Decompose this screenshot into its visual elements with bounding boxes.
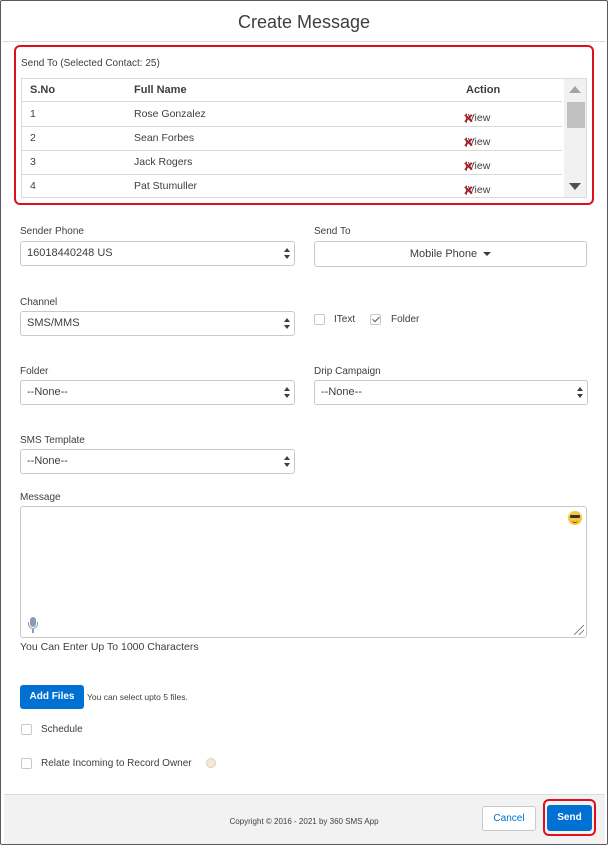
sender-phone-value: 16018440248 US	[27, 247, 113, 259]
relate-incoming-checkbox[interactable]	[21, 758, 32, 769]
column-header-full-name: Full Name	[134, 84, 187, 96]
row-sno: 4	[30, 180, 36, 192]
message-label: Message	[20, 492, 61, 503]
caret-down-icon	[483, 252, 492, 257]
scroll-down-arrow-icon[interactable]	[569, 183, 581, 190]
create-message-modal: Create Message Send To (Selected Contact…	[0, 0, 608, 845]
select-arrows-icon	[284, 318, 290, 330]
schedule-checkbox[interactable]	[21, 724, 32, 735]
select-arrows-icon	[577, 387, 583, 399]
view-link[interactable]: |View	[465, 184, 490, 196]
drip-campaign-label: Drip Campaign	[314, 366, 381, 377]
folder-check-label: Folder	[391, 314, 420, 325]
row-full-name: Sean Forbes	[134, 132, 195, 144]
channel-value: SMS/MMS	[27, 317, 80, 329]
help-icon[interactable]	[206, 758, 216, 768]
table-header: S.No Full Name Action	[22, 79, 562, 102]
select-arrows-icon	[284, 387, 290, 399]
row-full-name: Rose Gonzalez	[134, 108, 206, 120]
folder-label: Folder	[20, 366, 49, 377]
sender-phone-select[interactable]: 16018440248 US	[20, 241, 295, 266]
drip-campaign-select[interactable]: --None--	[314, 380, 588, 405]
add-files-button[interactable]: Add Files	[20, 685, 84, 709]
view-link[interactable]: |View	[465, 136, 490, 148]
scrollbar-thumb[interactable]	[567, 102, 585, 128]
column-header-action: Action	[466, 84, 501, 96]
send-to-value: Mobile Phone	[409, 248, 478, 260]
itext-label: IText	[334, 314, 356, 325]
select-arrows-icon	[284, 248, 290, 260]
microphone-icon[interactable]	[27, 617, 39, 633]
folder-select[interactable]: --None--	[20, 380, 295, 405]
cancel-button[interactable]: Cancel	[482, 806, 536, 831]
table-row: 1 Rose Gonzalez ✕ |View	[22, 103, 562, 127]
send-button[interactable]: Send	[547, 805, 592, 831]
recipients-section: Send To (Selected Contact: 25) S.No Full…	[14, 45, 594, 205]
smiley-emoji-icon[interactable]	[568, 511, 582, 525]
table-scrollbar[interactable]	[564, 79, 586, 197]
folder-value: --None--	[27, 386, 68, 398]
sms-template-value: --None--	[27, 455, 68, 467]
resize-handle[interactable]	[574, 625, 584, 635]
select-arrows-icon	[284, 456, 290, 468]
channel-label: Channel	[20, 297, 58, 308]
folder-checkbox[interactable]	[370, 314, 381, 325]
table-row: 3 Jack Rogers ✕ |View	[22, 151, 562, 175]
send-to-label: Send To	[314, 226, 351, 237]
sender-phone-label: Sender Phone	[20, 226, 84, 237]
row-sno: 3	[30, 156, 36, 168]
modal-title: Create Message	[2, 2, 606, 42]
add-files-hint: You can select upto 5 files.	[87, 692, 188, 702]
sms-template-select[interactable]: --None--	[20, 449, 295, 474]
relate-incoming-label: Relate Incoming to Record Owner	[41, 758, 192, 769]
itext-checkbox[interactable]	[314, 314, 325, 325]
channel-select[interactable]: SMS/MMS	[20, 311, 295, 336]
message-textarea[interactable]	[20, 506, 587, 638]
send-to-dropdown[interactable]: Mobile Phone	[314, 241, 587, 267]
table-row: 2 Sean Forbes ✕ |View	[22, 127, 562, 151]
column-header-sno: S.No	[30, 84, 56, 96]
row-sno: 1	[30, 108, 36, 120]
view-link[interactable]: |View	[465, 112, 490, 124]
scroll-up-arrow-icon[interactable]	[569, 86, 581, 93]
table-row: 4 Pat Stumuller ✕ |View	[22, 175, 562, 197]
row-sno: 2	[30, 132, 36, 144]
row-full-name: Jack Rogers	[134, 156, 193, 168]
message-hint: You Can Enter Up To 1000 Characters	[20, 641, 199, 653]
recipients-title: Send To (Selected Contact: 25)	[21, 58, 160, 69]
sms-template-label: SMS Template	[20, 435, 85, 446]
row-full-name: Pat Stumuller	[134, 180, 198, 192]
view-link[interactable]: |View	[465, 160, 490, 172]
recipients-table: S.No Full Name Action 1 Rose Gonzalez ✕ …	[21, 78, 587, 198]
drip-campaign-value: --None--	[321, 386, 362, 398]
schedule-label: Schedule	[41, 724, 83, 735]
